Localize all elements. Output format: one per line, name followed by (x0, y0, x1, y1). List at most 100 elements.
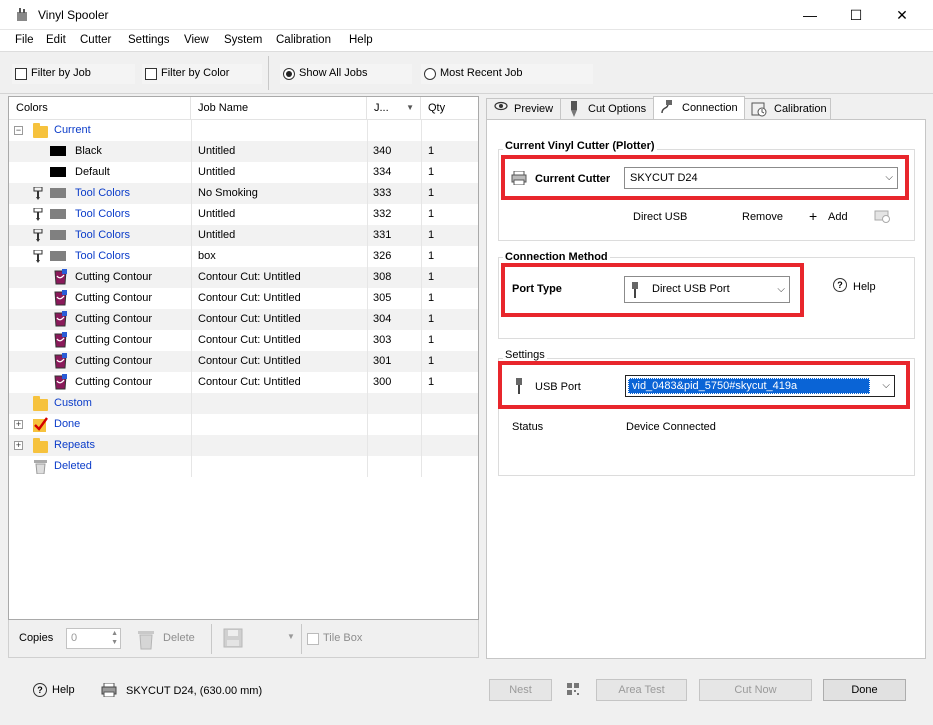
tab-calibration[interactable]: Calibration (744, 98, 831, 120)
expand-icon[interactable]: + (14, 420, 23, 429)
qty-cell: 1 (428, 250, 435, 262)
chevron-down-icon: ▼ (287, 632, 295, 641)
close-button[interactable]: ✕ (879, 0, 925, 30)
usb-port-label: USB Port (535, 381, 581, 393)
table-row[interactable]: Cutting Contour Contour Cut: Untitled 308 1 (9, 267, 478, 288)
table-row[interactable]: Cutting Contour Contour Cut: Untitled 304 1 (9, 309, 478, 330)
column-header-qty[interactable]: Qty (421, 97, 478, 119)
column-separator (421, 204, 422, 225)
printer-icon (101, 682, 117, 700)
current-cutter-value: SKYCUT D24 (630, 172, 698, 184)
maximize-button[interactable]: ☐ (833, 0, 879, 30)
filter-by-color-toggle[interactable]: Filter by Color (142, 64, 262, 84)
tree-group-row[interactable]: − Current (9, 120, 478, 141)
remove-cutter-button[interactable]: Remove (742, 211, 783, 223)
column-separator (191, 267, 192, 288)
column-header-colors[interactable]: Colors (9, 97, 191, 119)
cutting-contour-icon (52, 269, 69, 289)
menu-help[interactable]: Help (349, 34, 373, 46)
stepper-up-icon[interactable]: ▲ (111, 630, 118, 637)
tree-group-row[interactable]: + Done (9, 414, 478, 435)
port-type-select[interactable]: Direct USB Port ⌵ (624, 276, 790, 303)
job-name-cell: Contour Cut: Untitled (198, 376, 301, 388)
qty-cell: 1 (428, 313, 435, 325)
filter-by-job-checkbox[interactable] (15, 68, 27, 80)
most-recent-job-label: Most Recent Job (440, 67, 523, 79)
column-separator (191, 246, 192, 267)
save-dropdown-button[interactable]: ▼ (221, 626, 301, 652)
column-separator (191, 393, 192, 414)
tab-connection[interactable]: Connection (653, 96, 745, 121)
tile-box-toggle[interactable]: Tile Box (307, 631, 387, 647)
tile-box-checkbox[interactable] (307, 633, 319, 645)
show-all-jobs-radio[interactable] (283, 68, 295, 80)
help-icon[interactable]: ? (833, 278, 847, 292)
table-row[interactable]: Tool Colors No Smoking 333 1 (9, 183, 478, 204)
connection-panel: Current Vinyl Cutter (Plotter) Current C… (486, 119, 926, 659)
copies-stepper[interactable]: 0 ▲ ▼ (66, 628, 121, 649)
menu-view[interactable]: View (184, 34, 209, 46)
job-name-cell: Untitled (198, 166, 236, 178)
qr-icon[interactable] (567, 683, 579, 698)
most-recent-job-radio[interactable] (424, 68, 436, 80)
most-recent-job-option[interactable]: Most Recent Job (421, 64, 593, 84)
table-row[interactable]: Tool Colors box 326 1 (9, 246, 478, 267)
tree-group-row[interactable]: + Repeats (9, 435, 478, 456)
qty-cell: 1 (428, 355, 435, 367)
column-separator (421, 288, 422, 309)
filter-by-color-checkbox[interactable] (145, 68, 157, 80)
menu-settings[interactable]: Settings (128, 34, 170, 46)
tab-connection-label: Connection (682, 102, 738, 114)
table-row[interactable]: Tool Colors Untitled 331 1 (9, 225, 478, 246)
menu-file[interactable]: File (15, 34, 34, 46)
qty-cell: 1 (428, 208, 435, 220)
usb-plug-icon (631, 282, 639, 308)
job-id-cell: 308 (373, 271, 392, 283)
column-separator (421, 456, 422, 477)
job-id-cell: 326 (373, 250, 392, 262)
collapse-icon[interactable]: − (14, 126, 23, 135)
qty-cell: 1 (428, 271, 435, 283)
filter-by-job-toggle[interactable]: Filter by Job (12, 64, 135, 84)
tree-group-row[interactable]: Deleted (9, 456, 478, 477)
minimize-button[interactable]: — (787, 0, 833, 30)
tree-group-row[interactable]: Custom (9, 393, 478, 414)
table-row[interactable]: Cutting Contour Contour Cut: Untitled 301 1 (9, 351, 478, 372)
job-toolbar: Copies 0 ▲ ▼ Delete ▼ Tile Box (8, 620, 479, 658)
show-all-jobs-option[interactable]: Show All Jobs (280, 64, 412, 84)
table-row[interactable]: Cutting Contour Contour Cut: Untitled 300 1 (9, 372, 478, 393)
cutter-settings-icon[interactable] (874, 208, 891, 226)
table-row[interactable]: Tool Colors Untitled 332 1 (9, 204, 478, 225)
menu-system[interactable]: System (224, 34, 262, 46)
menu-cutter[interactable]: Cutter (80, 34, 111, 46)
plus-icon[interactable]: + (809, 208, 817, 224)
current-cutter-select[interactable]: SKYCUT D24 ⌵ (624, 167, 898, 189)
column-header-job-name[interactable]: Job Name (191, 97, 367, 119)
column-header-job-id[interactable]: J... ▼ (367, 97, 421, 119)
area-test-button[interactable]: Area Test (596, 679, 687, 701)
tree-group-label: Done (54, 418, 81, 430)
job-name-cell: Untitled (198, 145, 236, 157)
stepper-down-icon[interactable]: ▼ (111, 639, 118, 646)
table-row[interactable]: Cutting Contour Contour Cut: Untitled 305 1 (9, 288, 478, 309)
menu-calibration[interactable]: Calibration (276, 34, 331, 46)
cut-now-button[interactable]: Cut Now (699, 679, 812, 701)
usb-port-select[interactable]: vid_0483&pid_5750#skycut_419a ⌵ (625, 375, 895, 397)
help-icon[interactable]: ? (33, 683, 47, 697)
table-row[interactable]: Default Untitled 334 1 (9, 162, 478, 183)
color-label: Default (75, 166, 110, 178)
add-cutter-button[interactable]: Add (828, 211, 848, 223)
tab-cut-options[interactable]: Cut Options (560, 98, 654, 120)
expand-icon[interactable]: + (14, 441, 23, 450)
connection-help-button[interactable]: Help (853, 281, 876, 293)
tab-preview[interactable]: Preview (486, 98, 561, 120)
table-row[interactable]: Cutting Contour Contour Cut: Untitled 303 1 (9, 330, 478, 351)
connection-kind-text: Direct USB (633, 211, 688, 223)
help-button[interactable]: Help (52, 684, 75, 696)
nest-button[interactable]: Nest (489, 679, 552, 701)
table-row[interactable]: Black Untitled 340 1 (9, 141, 478, 162)
delete-button[interactable]: Delete (135, 626, 205, 652)
menu-edit[interactable]: Edit (46, 34, 66, 46)
column-separator (191, 330, 192, 351)
done-button[interactable]: Done (823, 679, 906, 701)
